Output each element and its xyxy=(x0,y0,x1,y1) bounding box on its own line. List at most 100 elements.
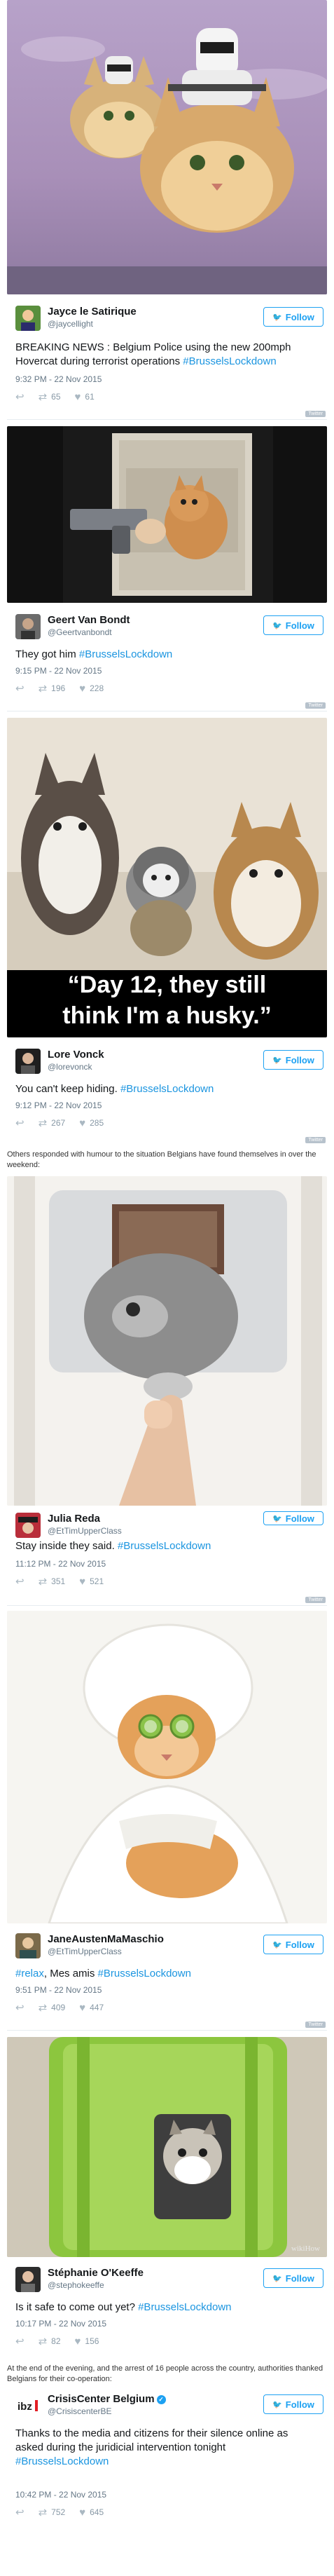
hashtag-link[interactable]: #relax xyxy=(15,1968,44,1979)
tweet-actions: ↩ ⇄ 65 ♥ 61 xyxy=(15,390,95,404)
hashtag-link[interactable]: #BrusselsLockdown xyxy=(120,1083,214,1095)
avatar[interactable] xyxy=(15,1933,41,1958)
tweet-actions: ↩ ⇄ 752 ♥ 645 xyxy=(15,2505,104,2519)
avatar[interactable] xyxy=(15,1513,41,1538)
spa-cat-photo xyxy=(7,1611,327,1923)
display-name[interactable]: Geert Van Bondt xyxy=(48,614,130,627)
divider xyxy=(7,1605,327,1606)
tweet-actions: ↩ ⇄ 196 ♥ 228 xyxy=(15,681,104,695)
retweet-button[interactable]: ⇄ 267 xyxy=(39,1117,66,1129)
follow-button[interactable]: 🐦 Follow xyxy=(263,1935,323,1954)
like-button[interactable]: ♥ 645 xyxy=(79,2507,104,2519)
heart-icon: ♥ xyxy=(74,2335,81,2347)
hashtag-link[interactable]: #BrusselsLockdown xyxy=(183,355,276,367)
follow-button[interactable]: 🐦 Follow xyxy=(263,2268,323,2288)
hashtag-link[interactable]: #BrusselsLockdown xyxy=(138,2301,231,2313)
retweet-button[interactable]: ⇄ 351 xyxy=(39,1575,66,1588)
user-handle[interactable]: @CrisiscenterBE xyxy=(48,2406,166,2417)
retweet-icon: ⇄ xyxy=(38,391,48,403)
follow-button[interactable]: 🐦 Follow xyxy=(263,2394,323,2414)
tweet-timestamp[interactable]: 9:51 PM - 22 Nov 2015 xyxy=(15,1985,102,1995)
hashtag-link[interactable]: #BrusselsLockdown xyxy=(98,1968,191,1979)
retweet-icon: ⇄ xyxy=(38,2002,48,2014)
tweet-text: You can't keep hiding. #BrusselsLockdown xyxy=(15,1083,214,1095)
retweet-icon: ⇄ xyxy=(38,1576,48,1588)
follow-button[interactable]: 🐦 Follow xyxy=(263,1050,323,1070)
reply-button[interactable]: ↩ xyxy=(15,1575,25,1588)
like-button[interactable]: ♥ 285 xyxy=(79,1117,104,1129)
twitter-badge: Twitter xyxy=(305,1597,326,1603)
tweet-actions: ↩ ⇄ 351 ♥ 521 xyxy=(15,1574,104,1588)
display-name[interactable]: Julia Reda xyxy=(48,1513,122,1525)
like-button[interactable]: ♥ 156 xyxy=(75,2336,99,2347)
tweet-timestamp[interactable]: 10:17 PM - 22 Nov 2015 xyxy=(15,2319,106,2329)
ibz-logo-icon: ibz xyxy=(18,2401,32,2413)
display-name[interactable]: JaneAustenMaMaschio xyxy=(48,1933,164,1946)
tweet-actions: ↩ ⇄ 82 ♥ 156 xyxy=(15,2334,99,2348)
retweet-icon: ⇄ xyxy=(38,2507,48,2519)
heart-icon: ♥ xyxy=(74,390,81,403)
like-button[interactable]: ♥ 447 xyxy=(79,2002,104,2014)
article-page: Jayce le Satirique @jaycellight 🐦 Follow … xyxy=(0,0,334,2576)
follow-button[interactable]: 🐦 Follow xyxy=(263,307,323,327)
tweet-timestamp[interactable]: 9:32 PM - 22 Nov 2015 xyxy=(15,374,102,384)
reply-button[interactable]: ↩ xyxy=(15,2335,25,2347)
user-handle[interactable]: @stephokeeffe xyxy=(48,2279,144,2291)
retweet-icon: ⇄ xyxy=(38,683,48,695)
hashtag-link[interactable]: #BrusselsLockdown xyxy=(15,2455,109,2467)
tweet-actions: ↩ ⇄ 409 ♥ 447 xyxy=(15,2001,104,2015)
tweet-timestamp[interactable]: 10:42 PM - 22 Nov 2015 xyxy=(15,2490,106,2500)
avatar[interactable] xyxy=(15,2267,41,2292)
retweet-button[interactable]: ⇄ 65 xyxy=(39,390,61,403)
user-handle[interactable]: @EtTimUpperClass xyxy=(48,1525,122,1536)
container-cat-photo xyxy=(7,1176,327,1506)
display-name[interactable]: Lore Vonck xyxy=(48,1049,104,1061)
reply-button[interactable]: ↩ xyxy=(15,1117,25,1129)
twitter-badge: Twitter xyxy=(305,1137,326,1143)
meme-caption: think I'm a husky.” xyxy=(62,1002,272,1029)
retweet-button[interactable]: ⇄ 409 xyxy=(39,2001,66,2014)
avatar[interactable]: ibz xyxy=(15,2393,41,2418)
user-handle[interactable]: @jaycellight xyxy=(48,318,137,329)
retweet-button[interactable]: ⇄ 752 xyxy=(39,2506,66,2519)
follow-button[interactable]: 🐦 Follow xyxy=(263,615,323,635)
heart-icon: ♥ xyxy=(79,2001,86,2014)
reply-button[interactable]: ↩ xyxy=(15,390,25,403)
display-name[interactable]: Jayce le Satirique xyxy=(48,306,137,318)
user-handle[interactable]: @Geertvanbondt xyxy=(48,627,130,638)
like-button[interactable]: ♥ 61 xyxy=(75,391,95,403)
reply-button[interactable]: ↩ xyxy=(15,2001,25,2014)
tweet-header: ibz CrisisCenter Belgium ✓ @CrisiscenterB… xyxy=(15,2390,323,2432)
tweet-text: They got him #BrusselsLockdown xyxy=(15,648,173,660)
reply-icon: ↩ xyxy=(15,683,25,695)
display-name[interactable]: CrisisCenter Belgium ✓ xyxy=(48,2393,166,2406)
twitter-bird-icon: 🐦 xyxy=(272,1056,282,1065)
tweet-timestamp[interactable]: 11:12 PM - 22 Nov 2015 xyxy=(15,1559,106,1569)
reply-icon: ↩ xyxy=(15,391,25,403)
user-handle[interactable]: @EtTimUpperClass xyxy=(48,1946,164,1957)
display-name[interactable]: Stéphanie O'Keeffe xyxy=(48,2267,144,2279)
hashtag-link[interactable]: #BrusselsLockdown xyxy=(118,1540,211,1552)
tweet-timestamp[interactable]: 9:15 PM - 22 Nov 2015 xyxy=(15,666,102,676)
divider xyxy=(7,419,327,420)
like-button[interactable]: ♥ 521 xyxy=(79,1576,104,1588)
retweet-button[interactable]: ⇄ 196 xyxy=(39,682,66,695)
avatar[interactable] xyxy=(15,614,41,639)
user-handle[interactable]: @lorevonck xyxy=(48,1061,104,1072)
retweet-button[interactable]: ⇄ 82 xyxy=(39,2335,61,2347)
twitter-badge: Twitter xyxy=(305,411,326,417)
tweet-header: Stéphanie O'Keeffe @stephokeeffe 🐦 Follow xyxy=(15,2264,323,2306)
reply-button[interactable]: ↩ xyxy=(15,2506,25,2519)
avatar[interactable] xyxy=(15,306,41,331)
tweet-header: Lore Vonck @lorevonck 🐦 Follow xyxy=(15,1046,323,1088)
like-button[interactable]: ♥ 228 xyxy=(79,683,104,695)
article-caption: Others responded with humour to the situ… xyxy=(7,1150,316,1169)
avatar[interactable] xyxy=(15,1049,41,1074)
twitter-badge: Twitter xyxy=(305,702,326,709)
gun-cat-photo xyxy=(7,426,327,603)
tweet-timestamp[interactable]: 9:12 PM - 22 Nov 2015 xyxy=(15,1100,102,1110)
hashtag-link[interactable]: #BrusselsLockdown xyxy=(79,648,172,660)
reply-button[interactable]: ↩ xyxy=(15,682,25,695)
follow-button[interactable]: 🐦 Follow xyxy=(263,1511,323,1525)
wikihow-watermark: wikiHow xyxy=(291,2244,320,2253)
